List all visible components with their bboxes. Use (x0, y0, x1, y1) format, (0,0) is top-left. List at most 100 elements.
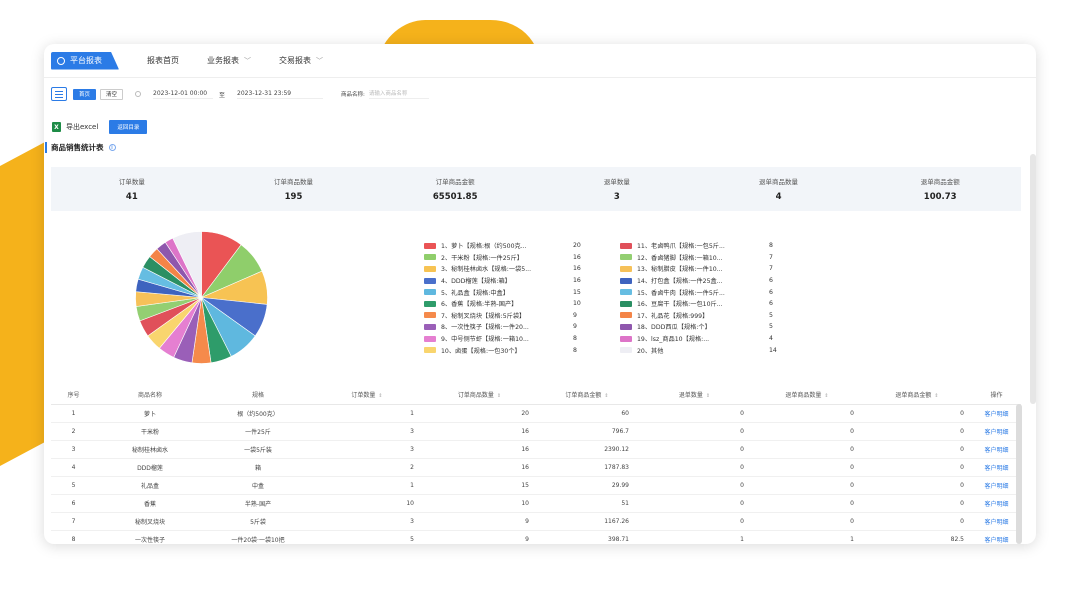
legend-item[interactable]: 9、中号侧节虾【规格:一箱10... 8 (424, 333, 620, 345)
product-name-input[interactable]: 请输入商品名称 (368, 89, 429, 99)
legend-label: 15、香卤牛肉【规格:一件5斤... (637, 289, 725, 297)
table-cell: 一袋5斤装 (204, 440, 312, 459)
export-excel-link[interactable]: 导出excel (66, 122, 98, 132)
legend-value: 7 (769, 253, 773, 261)
chevron-down-icon: ﹀ (316, 56, 323, 65)
table-cell: 0 (637, 476, 752, 495)
legend-item[interactable]: 12、香卤猪脚【规格:一箱10... 7 (620, 252, 780, 264)
table-cell: 0 (637, 458, 752, 477)
column-header[interactable]: 订单数量 ⇕ (312, 386, 422, 405)
legend-swatch (424, 289, 436, 296)
end-date-input[interactable]: 2023-12-31 23:59 (237, 90, 324, 99)
column-header-label: 操作 (990, 392, 1003, 400)
legend-item[interactable]: 13、秘制腊皮【规格:一件10... 7 (620, 263, 780, 275)
customer-detail-link[interactable]: 客户明细 (972, 530, 1021, 544)
legend-swatch (424, 277, 436, 284)
legend-item[interactable]: 10、卤蛋【规格:一包30个】 8 (424, 344, 620, 356)
table-cell: 1 (752, 530, 862, 544)
table-cell: 0 (752, 458, 862, 477)
legend-item[interactable]: 5、礼品盒【规格:中盒】 15 (424, 286, 620, 298)
table-cell: 398.71 (537, 530, 637, 544)
nav-report-home[interactable]: 报表首页 (147, 55, 179, 66)
customer-detail-link[interactable]: 客户明细 (972, 476, 1021, 495)
legend-swatch (424, 265, 436, 272)
legend-label: 5、礼品盒【规格:中盒】 (441, 289, 509, 297)
column-header[interactable]: 订单商品数量 ⇕ (422, 386, 537, 405)
customer-detail-link[interactable]: 客户明细 (972, 494, 1021, 513)
legend-item[interactable]: 18、DDD西瓜【规格:个】 5 (620, 321, 780, 333)
table-row: 7 秘制叉烧块 5斤袋 3 9 1167.26 0 0 0 客户明细 (51, 512, 1021, 531)
table-cell: 796.7 (537, 422, 637, 441)
table-cell: 0 (752, 404, 862, 423)
legend-item[interactable]: 6、香蕉【规格:半熟-国产】 10 (424, 298, 620, 310)
legend-item[interactable]: 2、干米粉【规格:一件25斤】 16 (424, 252, 620, 264)
legend-item[interactable]: 20、其他 14 (620, 344, 780, 356)
legend-label: 14、打包盒【规格:一件25盒... (637, 278, 723, 286)
stat-value: 100.73 (923, 192, 957, 202)
column-header-label: 序号 (67, 392, 80, 400)
column-header[interactable]: 退单商品金额 ⇕ (862, 386, 972, 405)
nav-platform-report[interactable]: 平台报表 (51, 51, 119, 70)
column-header-label: 订单商品数量 (457, 392, 494, 400)
section-title-text: 商品销售统计表 (51, 143, 104, 152)
legend-value: 8 (573, 346, 577, 354)
legend-label: 17、礼品花【规格:999】 (637, 312, 709, 320)
table-cell: 1 (312, 476, 422, 495)
search-button[interactable]: 首页 (73, 88, 97, 100)
legend-value: 7 (769, 265, 773, 273)
column-header[interactable]: 退单数量 ⇕ (637, 386, 752, 405)
table-scrollbar[interactable] (1016, 404, 1022, 544)
stat-label: 退单商品金额 (920, 178, 960, 186)
legend-swatch (620, 312, 632, 319)
legend-label: 16、豆腐干【规格:一包10斤... (637, 301, 723, 309)
nav-trade-report[interactable]: 交易报表 ﹀ (279, 55, 323, 66)
customer-detail-link[interactable]: 客户明细 (972, 512, 1021, 531)
stat-refund-item-count: 退单商品数量 4 (698, 167, 860, 211)
legend-value: 8 (573, 335, 577, 343)
legend-swatch (424, 335, 436, 342)
sort-icon[interactable]: ⇕ (378, 393, 382, 399)
legend-item[interactable]: 14、打包盒【规格:一件25盒... 6 (620, 275, 780, 287)
legend-swatch (620, 335, 632, 342)
sort-icon[interactable]: ⇕ (604, 393, 608, 399)
sort-icon[interactable]: ⇕ (497, 393, 501, 399)
legend-item[interactable]: 3、秘制桂林卤水【规格:一袋5... 16 (424, 263, 620, 275)
legend-swatch (424, 254, 436, 261)
sort-icon[interactable]: ⇕ (824, 393, 828, 399)
stat-refund-count: 退单数量 3 (536, 167, 698, 211)
nav-business-report-label: 业务报表 (207, 56, 239, 65)
legend-swatch (620, 323, 632, 330)
legend-swatch (424, 242, 436, 249)
table-cell: 10 (312, 494, 422, 513)
legend-item[interactable]: 8、一次性筷子【规格:一件20... 9 (424, 321, 620, 333)
legend-item[interactable]: 16、豆腐干【规格:一包10斤... 6 (620, 298, 780, 310)
customer-detail-link[interactable]: 客户明细 (972, 458, 1021, 477)
legend-item[interactable]: 11、老卤鸭爪【规格:一包5斤... 8 (620, 240, 780, 252)
nav-business-report[interactable]: 业务报表 ﹀ (207, 55, 251, 66)
page-scrollbar[interactable] (1030, 154, 1036, 404)
table-cell: 箱 (204, 458, 312, 477)
legend-item[interactable]: 4、DDD榴莲【规格:箱】 16 (424, 275, 620, 287)
customer-detail-link[interactable]: 客户明细 (972, 422, 1021, 441)
column-header[interactable]: 订单商品金额 ⇕ (537, 386, 637, 405)
menu-toggle-icon[interactable] (51, 87, 67, 101)
legend-item[interactable]: 17、礼品花【规格:999】 5 (620, 310, 780, 322)
legend-item[interactable]: 7、秘制叉烧块【规格:5斤袋】 9 (424, 310, 620, 322)
legend-label: 18、DDD西瓜【规格:个】 (637, 324, 711, 332)
column-header[interactable]: 退单商品数量 ⇕ (752, 386, 862, 405)
clear-button[interactable]: 清空 (100, 88, 124, 100)
customer-detail-link[interactable]: 客户明细 (972, 440, 1021, 459)
sort-icon[interactable]: ⇕ (934, 393, 938, 399)
table-cell: 0 (637, 404, 752, 423)
sort-icon[interactable]: ⇕ (706, 393, 710, 399)
legend-item[interactable]: 19、lsz_商品10【规格:... 4 (620, 333, 780, 345)
table-cell: 0 (637, 422, 752, 441)
back-to-catalog-button[interactable]: 返回目录 (109, 120, 148, 134)
customer-detail-link[interactable]: 客户明细 (972, 404, 1021, 423)
legend-item[interactable]: 1、萝卜【规格:根（约500克... 20 (424, 240, 620, 252)
stat-value: 4 (775, 192, 782, 202)
legend-label: 6、香蕉【规格:半熟-国产】 (441, 301, 518, 309)
start-date-input[interactable]: 2023-12-01 00:00 (153, 90, 214, 99)
info-icon[interactable]: i (108, 144, 116, 151)
legend-item[interactable]: 15、香卤牛肉【规格:一件5斤... 6 (620, 286, 780, 298)
